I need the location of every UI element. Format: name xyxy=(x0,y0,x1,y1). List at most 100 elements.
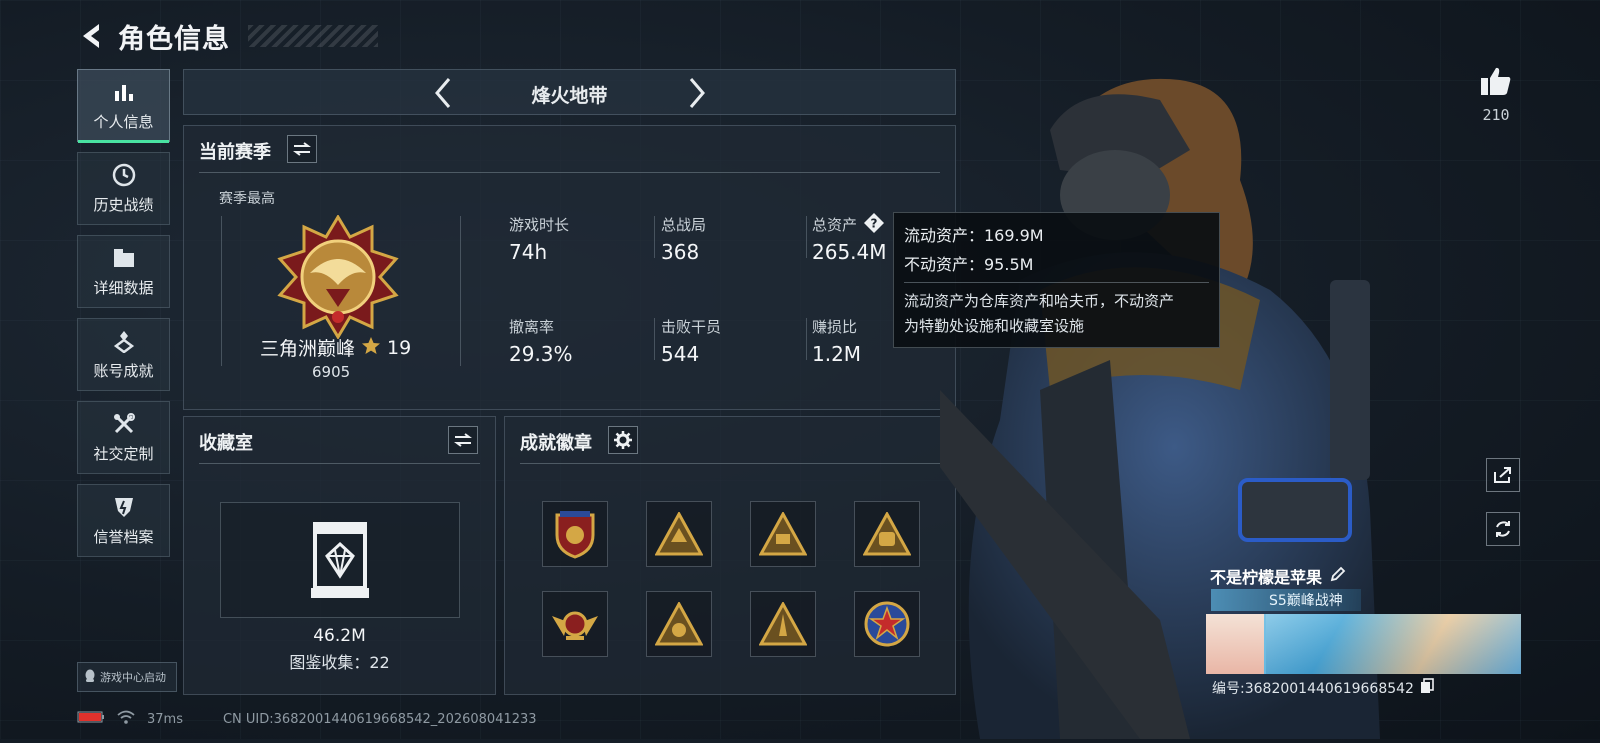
rank-stars: 19 xyxy=(387,336,412,359)
tooltip-desc-line1: 流动资产为仓库资产和哈夫币，不动资产 xyxy=(904,292,1175,310)
sidebar-item-label: 账号成就 xyxy=(93,362,154,380)
stat-separator xyxy=(654,216,655,258)
refresh-icon xyxy=(1496,521,1510,537)
tools-icon xyxy=(111,411,137,437)
page-header: 角色信息 xyxy=(78,14,378,58)
bar-chart-icon xyxy=(111,79,137,105)
battery-icon xyxy=(77,711,105,727)
sidebar-item-detailed-data[interactable]: 详细数据 xyxy=(77,235,170,308)
sidebar-item-personal-info[interactable]: 个人信息 xyxy=(77,69,170,143)
stat-separator xyxy=(654,318,655,360)
back-button[interactable] xyxy=(78,21,104,51)
collection-title: 收藏室 xyxy=(199,433,253,454)
stat-value-extraction-rate: 29.3% xyxy=(509,342,573,366)
badge-triangle-rocket-icon xyxy=(759,602,807,646)
player-uid: 编号:3682001440619668542 xyxy=(1212,681,1414,697)
stat-value-total-assets: 265.4M xyxy=(812,240,887,264)
rank-medal-icon xyxy=(276,214,400,340)
sidebar-item-history[interactable]: 历史战绩 xyxy=(77,152,170,225)
achievement-badge[interactable] xyxy=(646,591,712,657)
achievements-divider xyxy=(520,463,940,464)
badge-triangle-icon xyxy=(655,512,703,556)
tooltip-divider xyxy=(904,282,1209,283)
chevron-right-icon xyxy=(689,78,705,108)
asset-help-button[interactable]: ? xyxy=(863,212,885,238)
achievement-badge[interactable] xyxy=(750,591,816,657)
asset-tooltip: 流动资产：169.9M 不动资产：95.5M 流动资产为仓库资产和哈夫币，不动资… xyxy=(893,212,1220,348)
collection-divider xyxy=(199,463,480,464)
sidebar-item-social[interactable]: 社交定制 xyxy=(77,401,170,474)
title-decoration xyxy=(248,25,378,47)
achievements-panel: 成就徽章 xyxy=(504,416,956,695)
season-title: 当前赛季 xyxy=(199,142,271,163)
game-center-launch-badge: 游戏中心启动 xyxy=(77,662,177,692)
stat-label-kills: 击败干员 xyxy=(661,318,722,336)
badge-triangle-crest-icon xyxy=(655,602,703,646)
stat-label-total-assets: 总资产 xyxy=(812,216,858,234)
like-count: 210 xyxy=(1482,106,1510,124)
stat-separator xyxy=(806,318,807,360)
achievement-badge[interactable] xyxy=(854,591,920,657)
cn-uid: CN UID:3682001440619668542_202608041233 xyxy=(222,711,537,727)
player-name: 不是柠檬是苹果 xyxy=(1210,568,1323,587)
badge-eagle-icon xyxy=(555,511,595,559)
sidebar-item-label: 详细数据 xyxy=(93,279,154,297)
svg-text:?: ? xyxy=(871,217,878,231)
stat-label-playtime: 游戏时长 xyxy=(509,216,570,234)
stat-label-profit-ratio: 赚损比 xyxy=(812,318,858,336)
display-case-icon xyxy=(311,522,369,598)
stat-value-profit-ratio: 1.2M xyxy=(812,342,862,366)
mode-next-button[interactable] xyxy=(680,75,714,111)
banner-art xyxy=(1266,614,1521,674)
sidebar-item-label: 社交定制 xyxy=(93,445,154,463)
clock-icon xyxy=(111,162,137,188)
player-title-badge: S5巅峰战神 xyxy=(1211,589,1361,611)
season-divider xyxy=(199,172,940,173)
badge-star-round-icon xyxy=(864,601,910,647)
achievements-title: 成就徽章 xyxy=(520,433,592,454)
copy-button[interactable] xyxy=(1420,678,1434,698)
collection-display[interactable] xyxy=(220,502,460,618)
rank-name: 三角洲巅峰 xyxy=(260,338,356,360)
rank-info: 三角洲巅峰 19 xyxy=(260,334,411,361)
copy-icon xyxy=(1420,678,1434,693)
launch-label: 游戏中心启动 xyxy=(100,671,166,684)
qq-icon xyxy=(84,669,96,686)
edit-name-button[interactable] xyxy=(1330,566,1346,586)
stat-value-kills: 544 xyxy=(661,342,700,366)
stat-value-playtime: 74h xyxy=(509,240,548,264)
like-button[interactable]: 210 xyxy=(1470,66,1522,124)
refresh-button[interactable] xyxy=(1486,512,1520,546)
shield-icon xyxy=(111,494,137,520)
collection-switch-button[interactable] xyxy=(448,426,478,454)
achievement-badge[interactable] xyxy=(542,501,608,567)
share-icon xyxy=(1494,467,1511,483)
sidebar-item-achievements[interactable]: 账号成就 xyxy=(77,318,170,391)
sidebar-item-reputation[interactable]: 信誉档案 xyxy=(77,484,170,557)
share-button[interactable] xyxy=(1486,458,1520,492)
sidebar-item-label: 个人信息 xyxy=(93,113,154,131)
folder-icon xyxy=(111,245,137,271)
achievement-badge[interactable] xyxy=(542,591,608,657)
status-bar: 37ms CN UID:3682001440619668542_20260804… xyxy=(77,710,537,728)
sidebar-item-label: 信誉档案 xyxy=(93,528,154,546)
ping-value: 37ms xyxy=(147,711,183,727)
player-uid-row: 编号:3682001440619668542 xyxy=(1212,678,1434,698)
question-icon: ? xyxy=(864,213,884,233)
rank-score: 6905 xyxy=(312,363,351,381)
page-title: 角色信息 xyxy=(118,23,230,55)
stat-separator xyxy=(806,216,807,258)
mode-selector: 烽火地带 xyxy=(183,69,956,115)
gear-icon xyxy=(614,431,632,449)
stat-value-matches: 368 xyxy=(661,240,700,264)
tooltip-liquid-assets: 流动资产：169.9M xyxy=(904,226,1044,245)
player-banner[interactable] xyxy=(1206,614,1521,674)
achievement-badge[interactable] xyxy=(646,501,712,567)
achievements-settings-button[interactable] xyxy=(608,426,638,454)
achievement-badge[interactable] xyxy=(750,501,816,567)
season-switch-button[interactable] xyxy=(287,135,317,163)
sidebar-item-label: 历史战绩 xyxy=(93,196,154,214)
badge-triangle-bag-icon xyxy=(863,512,911,556)
star-icon xyxy=(361,336,381,360)
achievement-badge[interactable] xyxy=(854,501,920,567)
